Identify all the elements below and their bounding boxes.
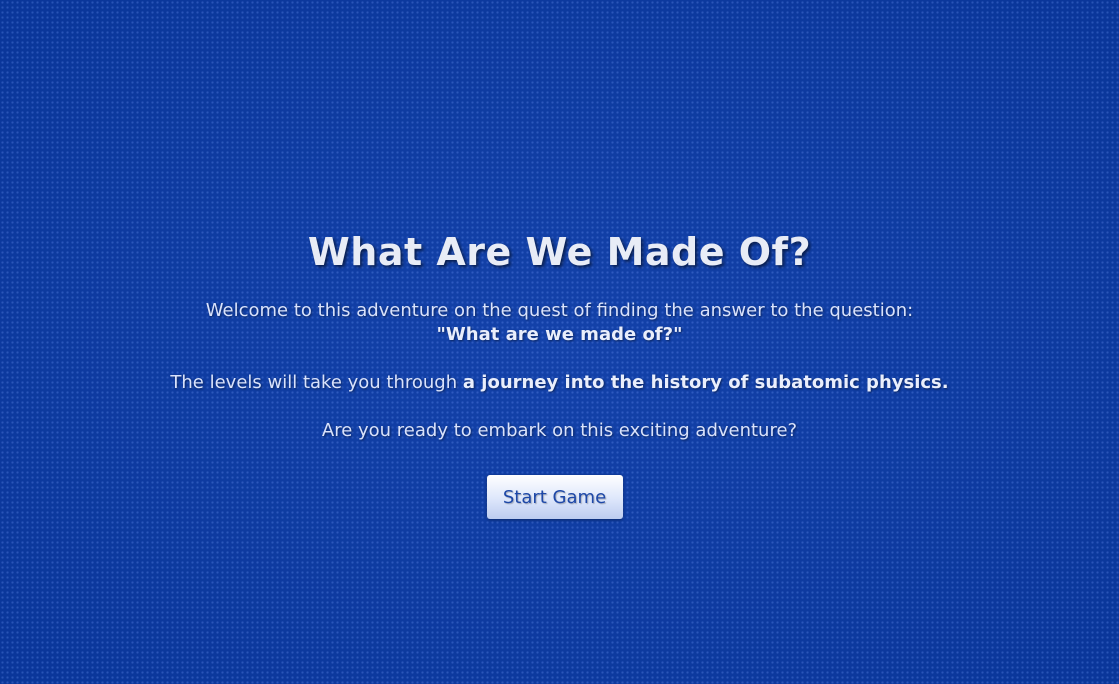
levels-prefix: The levels will take you through [170,372,463,393]
start-game-button[interactable]: Start Game [486,475,623,519]
intro-question: "What are we made of?" [436,324,683,345]
game-title: What Are We Made Of? [307,230,812,274]
intro-panel: What Are We Made Of? Welcome to this adv… [0,226,1119,519]
levels-text: The levels will take you through a journ… [0,371,1119,395]
intro-text: Welcome to this adventure on the quest o… [0,299,1119,347]
levels-emphasis: a journey into the history of subatomic … [462,372,949,393]
ready-prompt: Are you ready to embark on this exciting… [321,420,798,441]
start-screen: What Are We Made Of? Welcome to this adv… [0,0,1119,684]
intro-line: Welcome to this adventure on the quest o… [205,300,914,321]
